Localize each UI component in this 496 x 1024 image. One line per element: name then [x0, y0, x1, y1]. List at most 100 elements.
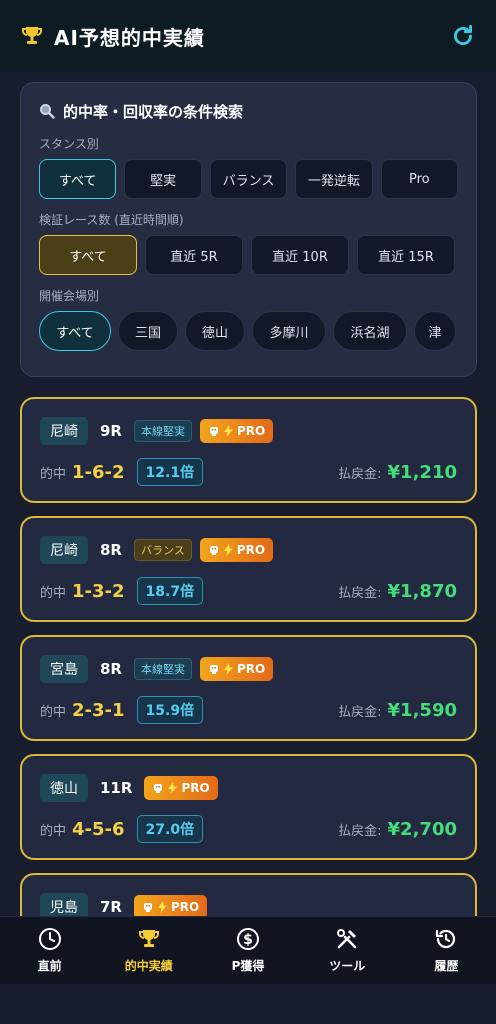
hit-label: 的中	[40, 585, 67, 601]
clock-icon	[38, 928, 61, 950]
stance-section-label: スタンス別	[39, 137, 99, 151]
lightning-icon	[224, 425, 233, 437]
pro-badge: PRO	[144, 776, 218, 800]
venue-chip-hamanako[interactable]: 浜名湖	[333, 311, 407, 351]
lightning-icon	[168, 782, 178, 794]
nav-label-results: 的中実績	[124, 959, 173, 973]
page-title: AI予想的中実績	[54, 25, 205, 50]
stance-chip-pro[interactable]: Pro	[380, 159, 459, 199]
venue-badge: 宮島	[40, 655, 88, 683]
race-number: 11R	[100, 779, 133, 797]
robot-icon	[144, 903, 152, 912]
pro-label: PRO	[237, 662, 266, 676]
nav-label-history: 履歴	[434, 959, 459, 973]
refresh-icon[interactable]	[450, 23, 476, 49]
nav-item-recent[interactable]: 直前	[0, 917, 99, 984]
robot-icon	[154, 784, 163, 793]
stance-tag: バランス	[134, 539, 192, 561]
search-icon	[40, 104, 55, 119]
nav-label-tools: ツール	[329, 959, 366, 973]
result-card[interactable]: 宮島 8R 本線堅実 PRO 的中 2-3-1 15.9倍 払戻金: ¥1,59…	[20, 635, 477, 741]
stance-chip-solid[interactable]: 堅実	[124, 159, 202, 199]
hit-combination: 1-3-2	[72, 580, 125, 602]
pro-label: PRO	[181, 781, 210, 795]
stance-chip-row: すべて 堅実 バランス 一発逆転 Pro	[39, 159, 459, 199]
hit-combination: 1-6-2	[72, 461, 125, 483]
lightning-icon	[223, 544, 233, 556]
trophy-icon	[22, 27, 42, 44]
venue-chip-tamagawa[interactable]: 多摩川	[252, 311, 326, 351]
venue-chip-row: すべて 三国 徳山 多摩川 浜名湖 津	[39, 311, 458, 351]
app-header: AI予想的中実績	[0, 0, 496, 72]
dollar-coin-icon: $	[237, 928, 259, 950]
venue-badge: 尼崎	[40, 417, 88, 445]
odds-badge: 18.7倍	[136, 577, 204, 605]
stance-chip-all[interactable]: すべて	[39, 159, 117, 199]
nav-label-points: P獲得	[231, 959, 265, 973]
nav-item-history[interactable]: 履歴	[397, 917, 496, 984]
venue-chip-tokuyama[interactable]: 徳山	[185, 311, 245, 351]
filter-title-text: 的中率・回収率の条件検索	[63, 102, 244, 121]
race-number: 8R	[100, 660, 122, 678]
nav-label-recent: 直前	[37, 959, 62, 973]
payout-amount: ¥1,590	[387, 699, 457, 721]
robot-icon	[209, 546, 218, 555]
payout-label: 払戻金:	[338, 823, 382, 839]
result-card[interactable]: 徳山 11R PRO 的中 4-5-6 27.0倍 払戻金: ¥2,700	[20, 754, 477, 860]
filter-panel: 的中率・回収率の条件検索 スタンス別 すべて 堅実 バランス 一発逆転 Pro …	[20, 82, 477, 377]
robot-icon	[210, 427, 218, 436]
result-card[interactable]: 尼崎 9R 本線堅実 PRO 的中 1-6-2 12.1倍 払戻金: ¥1,21…	[20, 397, 477, 503]
race-count-chip-all[interactable]: すべて	[39, 235, 137, 275]
nav-item-results[interactable]: 的中実績	[99, 917, 198, 984]
pro-badge: PRO	[200, 657, 274, 681]
race-number: 9R	[100, 422, 122, 440]
venue-chip-tsu[interactable]: 津	[414, 311, 456, 351]
nav-item-points[interactable]: $ P獲得	[198, 917, 297, 984]
robot-icon	[210, 665, 218, 674]
filter-panel-title: 的中率・回収率の条件検索	[39, 99, 458, 123]
lightning-icon	[158, 901, 167, 913]
bottom-nav: 直前 的中実績 $ P獲得 ツール 履歴	[0, 916, 496, 984]
trophy-icon	[138, 930, 159, 947]
pro-badge: PRO	[199, 538, 274, 562]
venue-chip-all[interactable]: すべて	[39, 311, 111, 351]
hit-label: 的中	[40, 466, 67, 482]
stance-chip-balance[interactable]: バランス	[209, 159, 288, 199]
stance-chip-longshot[interactable]: 一発逆転	[295, 159, 373, 199]
race-count-chip-15r[interactable]: 直近 15R	[357, 235, 455, 275]
payout-amount: ¥2,700	[387, 818, 457, 840]
venue-chip-mikuni[interactable]: 三国	[118, 311, 178, 351]
stance-tag: 本線堅実	[134, 420, 192, 442]
hit-label: 的中	[40, 823, 67, 839]
payout-label: 払戻金:	[338, 585, 382, 601]
race-number: 7R	[100, 898, 122, 916]
venue-section-label: 開催会場別	[39, 289, 100, 303]
payout-amount: ¥1,870	[387, 580, 457, 602]
hit-combination: 2-3-1	[72, 699, 125, 721]
hit-combination: 4-5-6	[72, 818, 125, 840]
history-icon	[436, 929, 456, 949]
pro-label: PRO	[237, 424, 266, 438]
payout-amount: ¥1,210	[387, 461, 457, 483]
pro-label: PRO	[236, 543, 266, 557]
odds-badge: 12.1倍	[136, 458, 204, 486]
tools-icon	[337, 929, 357, 949]
pro-label: PRO	[171, 900, 200, 914]
svg-text:$: $	[243, 932, 253, 948]
payout-label: 払戻金:	[338, 704, 382, 720]
nav-item-tools[interactable]: ツール	[298, 917, 397, 984]
venue-badge: 徳山	[40, 774, 88, 802]
hit-label: 的中	[40, 704, 67, 720]
result-card[interactable]: 尼崎 8R バランス PRO 的中 1-3-2 18.7倍 払戻金: ¥1,87…	[20, 516, 477, 622]
venue-badge: 尼崎	[40, 536, 88, 564]
race-count-section-label: 検証レース数 (直近時間順)	[39, 213, 184, 227]
race-count-chip-row: すべて 直近 5R 直近 10R 直近 15R	[39, 235, 458, 275]
odds-badge: 15.9倍	[136, 696, 204, 724]
payout-label: 払戻金:	[338, 466, 382, 482]
race-count-chip-10r[interactable]: 直近 10R	[251, 235, 349, 275]
race-count-chip-5r[interactable]: 直近 5R	[145, 235, 243, 275]
odds-badge: 27.0倍	[136, 815, 204, 843]
pro-badge: PRO	[200, 419, 274, 443]
home-indicator-area	[0, 984, 496, 1024]
lightning-icon	[224, 663, 233, 675]
